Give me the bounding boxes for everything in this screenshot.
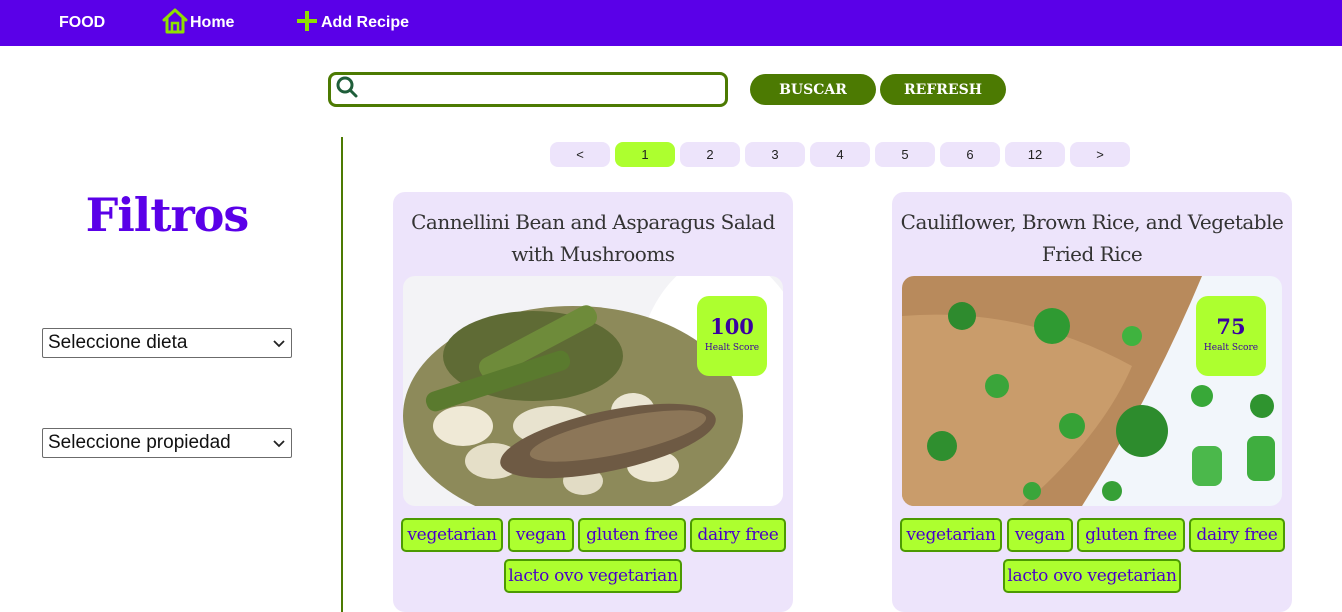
health-score-label: Healt Score xyxy=(704,343,760,353)
chevron-down-icon xyxy=(273,432,285,454)
diet-tag: lacto ovo vegetarian xyxy=(1003,559,1181,593)
page-button-3[interactable]: 3 xyxy=(745,142,805,167)
property-select[interactable]: Seleccione propiedad xyxy=(42,428,292,458)
navbar: FOOD Home Add Recipe xyxy=(0,0,1342,46)
search-input[interactable] xyxy=(359,75,725,104)
diet-tag: gluten free xyxy=(578,518,686,552)
health-score-label: Healt Score xyxy=(1203,343,1259,353)
page-button-4[interactable]: 4 xyxy=(810,142,870,167)
health-score-badge: 75 Healt Score xyxy=(1196,296,1266,376)
filters-title: Filtros xyxy=(85,188,250,242)
nav-brand-label: FOOD xyxy=(59,14,106,31)
nav-brand-link[interactable]: FOOD xyxy=(59,0,105,46)
diet-tag: gluten free xyxy=(1077,518,1185,552)
page-button-6[interactable]: 6 xyxy=(940,142,1000,167)
diet-select[interactable]: Seleccione dieta xyxy=(42,328,292,358)
recipe-title: Cauliflower, Brown Rice, and Vegetable F… xyxy=(900,210,1284,266)
diet-tag: dairy free xyxy=(690,518,786,552)
search-box xyxy=(328,72,728,107)
diet-tag: vegetarian xyxy=(900,518,1002,552)
diet-tag: lacto ovo vegetarian xyxy=(504,559,682,593)
plus-icon xyxy=(296,10,321,37)
health-score-badge: 100 Healt Score xyxy=(697,296,767,376)
recipe-title: Cannellini Bean and Asparagus Salad with… xyxy=(411,210,775,266)
recipe-image: 100 Healt Score xyxy=(403,276,783,506)
page-button-12[interactable]: 12 xyxy=(1005,142,1065,167)
nav-home-link[interactable]: Home xyxy=(161,0,234,46)
page-prev-button[interactable]: < xyxy=(550,142,610,167)
recipe-card[interactable]: Cannellini Bean and Asparagus Salad with… xyxy=(393,192,793,612)
page-button-2[interactable]: 2 xyxy=(680,142,740,167)
sidebar-divider xyxy=(341,137,343,612)
diet-tag: dairy free xyxy=(1189,518,1285,552)
page-next-button[interactable]: > xyxy=(1070,142,1130,167)
refresh-button[interactable]: REFRESH xyxy=(880,74,1006,105)
health-score-value: 100 xyxy=(710,314,754,339)
recipe-card[interactable]: Cauliflower, Brown Rice, and Vegetable F… xyxy=(892,192,1292,612)
page-button-1[interactable]: 1 xyxy=(615,142,675,167)
buscar-button[interactable]: BUSCAR xyxy=(750,74,876,105)
property-select-value: Seleccione propiedad xyxy=(48,432,231,453)
diet-tag: vegetarian xyxy=(401,518,503,552)
health-score-value: 75 xyxy=(1216,314,1246,339)
home-icon xyxy=(161,7,190,40)
search-icon xyxy=(331,75,359,104)
chevron-down-icon xyxy=(273,332,285,354)
nav-home-label: Home xyxy=(190,14,235,31)
diet-select-value: Seleccione dieta xyxy=(48,332,188,353)
diet-tag: vegan xyxy=(508,518,574,552)
diet-tag: vegan xyxy=(1007,518,1073,552)
page-button-5[interactable]: 5 xyxy=(875,142,935,167)
recipe-image: 75 Healt Score xyxy=(902,276,1282,506)
nav-add-recipe-link[interactable]: Add Recipe xyxy=(296,0,409,46)
nav-add-recipe-label: Add Recipe xyxy=(321,14,410,31)
